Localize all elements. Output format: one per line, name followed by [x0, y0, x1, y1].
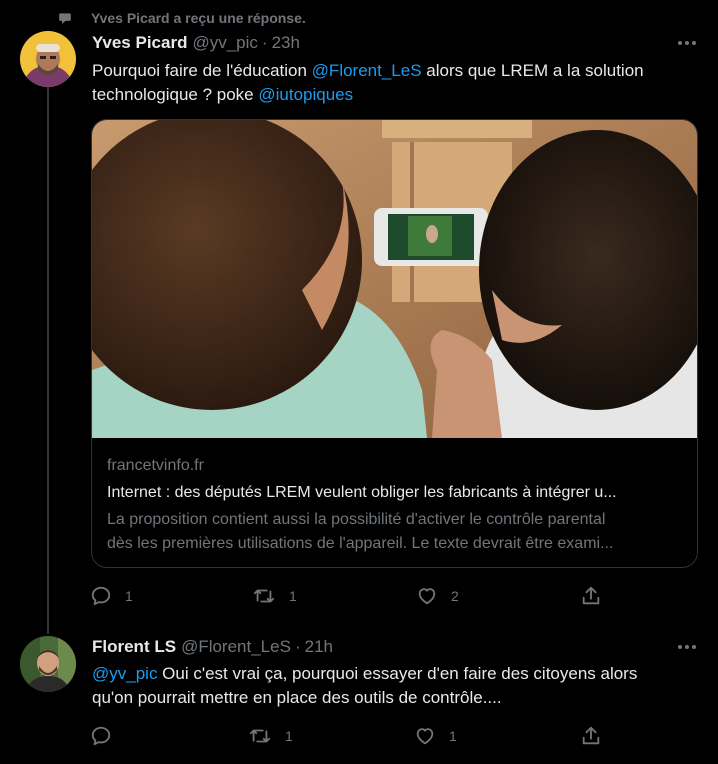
- author-handle[interactable]: @Florent_LeS: [181, 637, 291, 657]
- tweet-text-part: Oui c'est vrai ça, pourquoi essayer d'en…: [92, 664, 638, 707]
- tweet-actions: 1 1: [90, 724, 610, 748]
- timestamp[interactable]: 21h: [305, 637, 333, 657]
- card-description-line: dès les premières utilisations de l'appa…: [107, 535, 614, 552]
- social-context-text: Yves Picard a reçu une réponse.: [91, 10, 306, 26]
- retweet-icon: [249, 729, 271, 743]
- more-options-button[interactable]: [676, 33, 698, 53]
- card-description: La proposition contient aussi la possibi…: [107, 508, 685, 556]
- chat-bubble-icon: [59, 13, 71, 24]
- reply-count: 1: [125, 588, 133, 604]
- like-icon: [418, 588, 436, 605]
- social-context: Yves Picard a reçu une réponse.: [58, 8, 306, 28]
- tweet-text-part: Pourquoi faire de l'éducation: [92, 61, 312, 80]
- more-icon: [678, 41, 696, 45]
- tweet-actions: 1 1 2: [90, 584, 610, 608]
- retweet-button[interactable]: 1: [248, 724, 293, 748]
- like-icon: [416, 728, 434, 745]
- card-title: Internet : des députés LREM veulent obli…: [107, 484, 617, 501]
- share-icon: [582, 726, 600, 745]
- link-card[interactable]: francetvinfo.fr Internet : des députés L…: [91, 119, 698, 568]
- share-button[interactable]: [580, 724, 602, 748]
- like-button[interactable]: 2: [416, 584, 459, 608]
- card-image: [92, 120, 697, 438]
- share-button[interactable]: [580, 584, 602, 608]
- more-options-button[interactable]: [676, 637, 698, 657]
- author-name[interactable]: Yves Picard: [92, 33, 187, 53]
- author-name[interactable]: Florent LS: [92, 637, 176, 657]
- tweet-header: Florent LS @Florent_LeS · 21h: [92, 637, 333, 659]
- avatar[interactable]: [20, 636, 76, 692]
- retweet-count: 1: [285, 728, 293, 744]
- retweet-button[interactable]: 1: [252, 584, 297, 608]
- mention-link[interactable]: @yv_pic: [92, 664, 157, 683]
- reply-icon: [91, 726, 111, 746]
- like-count: 2: [451, 588, 459, 604]
- reply-button[interactable]: 1: [90, 584, 133, 608]
- tweet-text: Pourquoi faire de l'éducation @Florent_L…: [92, 59, 692, 107]
- reply-icon: [91, 586, 111, 606]
- like-button[interactable]: 1: [414, 724, 457, 748]
- separator-dot: ·: [261, 33, 268, 52]
- tweet-header: Yves Picard @yv_pic · 23h: [92, 33, 300, 55]
- tweet-text: @yv_pic Oui c'est vrai ça, pourquoi essa…: [92, 662, 682, 710]
- separator-dot: ·: [294, 637, 301, 656]
- author-handle[interactable]: @yv_pic: [192, 33, 257, 53]
- avatar[interactable]: [20, 31, 76, 87]
- mention-link[interactable]: @Florent_LeS: [312, 61, 422, 80]
- thread-connector-line: [47, 86, 49, 634]
- more-icon: [678, 645, 696, 649]
- like-count: 1: [449, 728, 457, 744]
- card-domain: francetvinfo.fr: [107, 457, 204, 474]
- retweet-icon: [253, 589, 275, 603]
- reply-button[interactable]: [90, 724, 125, 748]
- share-icon: [582, 586, 600, 605]
- card-description-line: La proposition contient aussi la possibi…: [107, 511, 606, 528]
- timestamp[interactable]: 23h: [272, 33, 300, 53]
- retweet-count: 1: [289, 588, 297, 604]
- mention-link[interactable]: @iutopiques: [258, 85, 353, 104]
